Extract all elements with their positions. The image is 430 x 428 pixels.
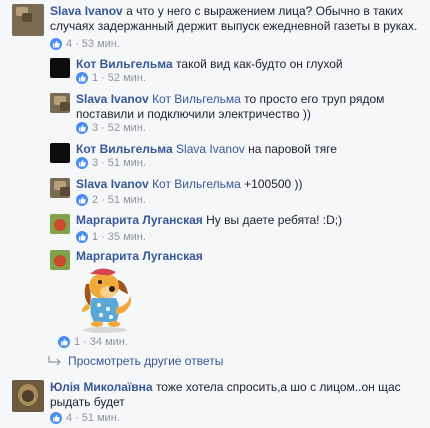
reply-text: такой вид как-будто он глухой <box>176 57 343 71</box>
reply-arrow-icon <box>48 356 61 366</box>
meta-separator: · <box>101 231 105 243</box>
like-count[interactable]: 4 <box>66 412 72 424</box>
comment-meta: 4 · 53 мин. <box>50 38 120 50</box>
reply-meta: 3 · 52 мин. <box>76 122 146 134</box>
reply-body: Кот Вильгельма такой вид как-будто он гл… <box>76 57 416 72</box>
reply-body: Маргарита Луганская Ну вы даете ребята! … <box>76 213 416 228</box>
reply-meta: 1 · 52 мин. <box>76 72 146 84</box>
avatar-yulia-mykolaivna[interactable] <box>12 380 44 412</box>
thumbs-up-icon <box>76 72 88 84</box>
like-count[interactable]: 2 <box>92 194 98 206</box>
like-count[interactable]: 1 <box>92 72 98 84</box>
meta-separator: · <box>83 336 87 348</box>
reply-mention[interactable]: Slava Ivanov <box>176 142 245 156</box>
reply-body: Slava Ivanov Кот Вильгельма +100500 )) <box>76 177 416 192</box>
reply-author[interactable]: Кот Вильгельма <box>76 57 173 71</box>
comment-body: Юлія Миколаївна тоже хотела спросить,а ш… <box>50 380 420 410</box>
meta-separator: · <box>75 38 79 50</box>
thumbs-up-icon <box>58 336 70 348</box>
reply-time[interactable]: 34 мин. <box>90 336 128 348</box>
reply-author[interactable]: Маргарита Луганская <box>76 249 203 263</box>
thumbs-up-icon <box>76 122 88 134</box>
meta-separator: · <box>101 194 105 206</box>
thumbs-up-icon <box>50 38 62 50</box>
avatar-kot-vilgelma[interactable] <box>50 58 70 78</box>
meta-separator: · <box>101 157 105 169</box>
reply-time[interactable]: 35 мин. <box>108 231 146 243</box>
comments-panel: Slava Ivanov а что у него с выражением л… <box>0 0 430 428</box>
reply-author[interactable]: Маргарита Луганская <box>76 213 203 227</box>
reply-time[interactable]: 51 мин. <box>108 157 146 169</box>
reply-meta: 1 · 35 мин. <box>76 231 146 243</box>
avatar-kot-vilgelma[interactable] <box>50 143 70 163</box>
thumbs-up-icon <box>76 157 88 169</box>
comment-author[interactable]: Slava Ivanov <box>50 4 123 18</box>
like-count[interactable]: 3 <box>92 122 98 134</box>
reply-time[interactable]: 52 мин. <box>108 72 146 84</box>
reply-text: Ну вы даете ребята! :D;) <box>206 213 343 227</box>
thumbs-up-icon <box>76 231 88 243</box>
view-more-replies-label: Просмотреть другие ответы <box>68 354 224 368</box>
meta-separator: · <box>101 72 105 84</box>
reply-mention[interactable]: Кот Вильгельма <box>152 177 241 191</box>
comment-time[interactable]: 51 мин. <box>82 412 120 424</box>
reply-body: Маргарита Луганская <box>76 249 416 264</box>
reply-author[interactable]: Кот Вильгельма <box>76 142 173 156</box>
view-more-replies-link[interactable]: Просмотреть другие ответы <box>48 354 223 368</box>
reply-author[interactable]: Slava Ivanov <box>76 92 149 106</box>
comment-meta: 4 · 51 мин. <box>50 412 120 424</box>
reply-mention[interactable]: Кот Вильгельма <box>152 92 241 106</box>
reply-time[interactable]: 51 мин. <box>108 194 146 206</box>
reply-text: на паровой тяге <box>248 142 337 156</box>
reply-author[interactable]: Slava Ivanov <box>76 177 149 191</box>
meta-separator: · <box>101 122 105 134</box>
avatar-margarita-luganskaya[interactable] <box>50 250 70 270</box>
reply-body: Кот Вильгельма Slava Ivanov на паровой т… <box>76 142 416 157</box>
thumbs-up-icon <box>50 412 62 424</box>
reply-text: +100500 )) <box>244 177 303 191</box>
avatar-slava-ivanov[interactable] <box>50 178 70 198</box>
like-count[interactable]: 4 <box>66 38 72 50</box>
reply-meta: 1 · 34 мин. <box>58 336 128 348</box>
like-count[interactable]: 3 <box>92 157 98 169</box>
comment-author[interactable]: Юлія Миколаївна <box>50 380 153 394</box>
reply-time[interactable]: 52 мин. <box>108 122 146 134</box>
reply-body: Slava Ivanov Кот Вильгельма то просто ег… <box>76 92 416 122</box>
comment-time[interactable]: 53 мин. <box>82 38 120 50</box>
meta-separator: · <box>75 412 79 424</box>
avatar-margarita-luganskaya[interactable] <box>50 214 70 234</box>
avatar-slava-ivanov[interactable] <box>50 93 70 113</box>
avatar-slava-ivanov[interactable] <box>12 4 44 36</box>
like-count[interactable]: 1 <box>74 336 80 348</box>
dog-sticker-icon[interactable] <box>70 264 140 334</box>
reply-meta: 3 · 51 мин. <box>76 157 146 169</box>
reply-meta: 2 · 51 мин. <box>76 194 146 206</box>
comment-body: Slava Ivanov а что у него с выражением л… <box>50 4 420 34</box>
thumbs-up-icon <box>76 194 88 206</box>
like-count[interactable]: 1 <box>92 231 98 243</box>
